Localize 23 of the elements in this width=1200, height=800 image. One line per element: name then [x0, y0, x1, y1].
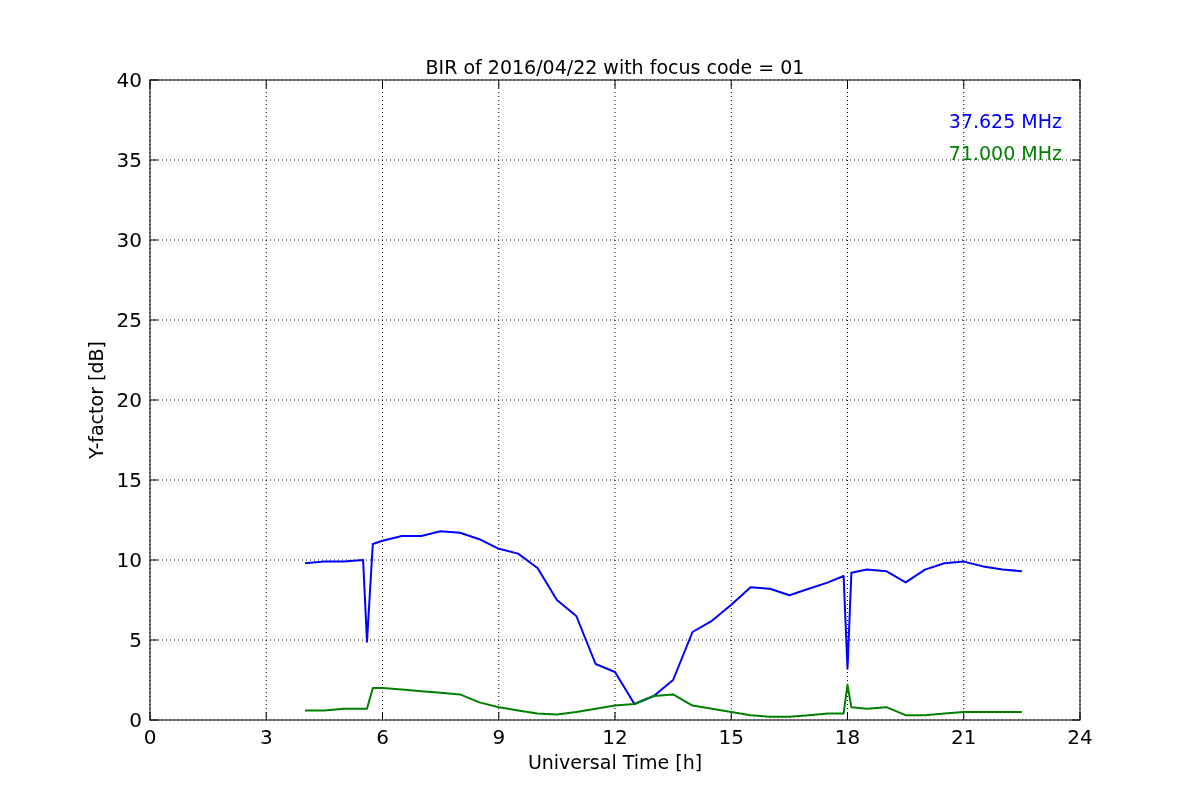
tick-label: 9	[492, 725, 506, 749]
tick-label: 12	[602, 725, 628, 749]
tick-label: 0	[129, 708, 142, 732]
tick-label: 24	[1067, 725, 1093, 749]
tick-label: 10	[116, 548, 142, 572]
tick-label: 5	[129, 628, 142, 652]
tick-label: 15	[718, 725, 744, 749]
tick-label: 35	[116, 148, 142, 172]
tick-label: 18	[834, 725, 861, 749]
legend-label: 37.625 MHz	[948, 110, 1062, 132]
tick-label: 3	[259, 725, 273, 749]
axis-title: Universal Time [h]	[527, 751, 703, 773]
tick-label: 15	[116, 468, 142, 492]
axis-title: Y-factor [dB]	[85, 341, 107, 459]
legend-label: 71.000 MHz	[948, 142, 1062, 164]
tick-label: 40	[116, 68, 142, 92]
tick-label: 25	[116, 308, 142, 332]
tick-label: 0	[143, 725, 157, 749]
tick-label: 20	[116, 388, 142, 412]
tick-label: 6	[376, 725, 389, 749]
tick-label: 21	[951, 725, 977, 749]
chart-title: BIR of 2016/04/22 with focus code = 01	[425, 56, 805, 78]
tick-label: 30	[116, 228, 142, 252]
